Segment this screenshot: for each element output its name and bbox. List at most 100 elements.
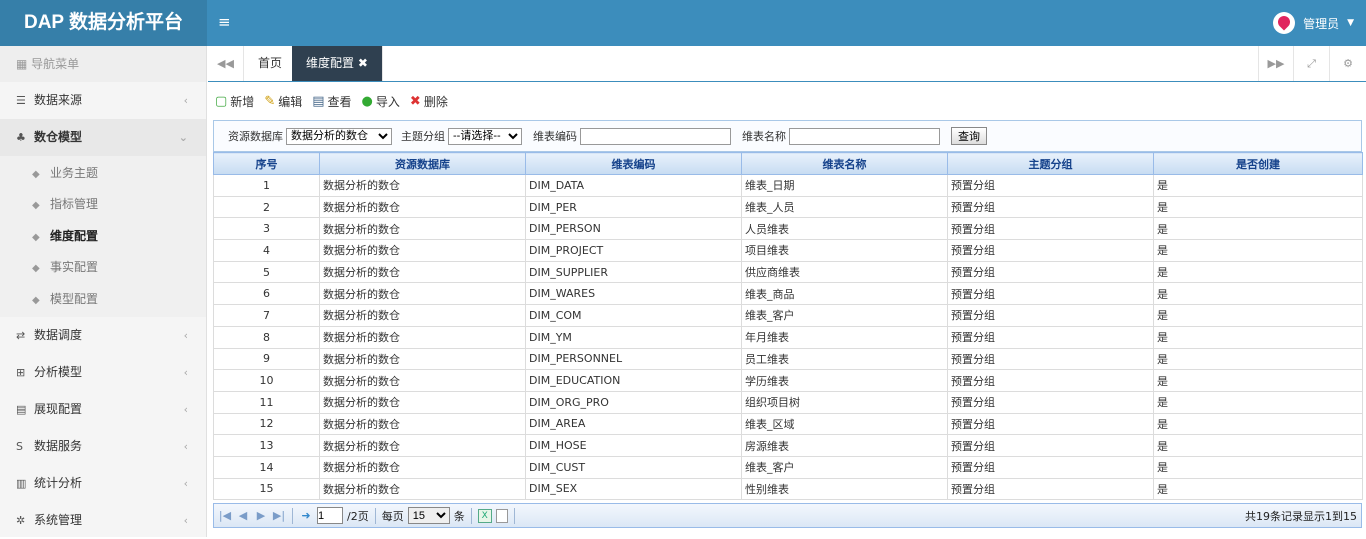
first-page-icon[interactable]: |◀ (218, 509, 232, 522)
table-cell: 1 (213, 174, 320, 197)
table-cell: 预置分组 (947, 434, 1154, 457)
table-cell: DIM_YM (525, 325, 742, 349)
name-input[interactable] (789, 127, 940, 145)
tab-home[interactable]: 首页 (244, 46, 298, 81)
nav-header: ▦ 导航菜单 (0, 46, 206, 82)
leaf-icon: ◆ (32, 169, 40, 180)
export-excel-icon[interactable]: X (477, 508, 492, 523)
pagination-bar: |◀ ◀ ▶ ▶| ➜ /2页 每页 15 条 X 共19条记录显示1到15 (213, 503, 1362, 528)
per-page-label: 每页 (381, 509, 404, 523)
table-cell: 员工维表 (741, 347, 948, 371)
sidebar-item-data-schedule[interactable]: ⇄ 数据调度 ‹ (0, 317, 206, 354)
table-row[interactable]: 9 数据分析的数仓 DIM_PERSONNEL 员工维表 预置分组是 (213, 347, 1363, 371)
import-button[interactable]: ● 导入 (362, 93, 400, 110)
table-row[interactable]: 5 数据分析的数仓 DIM_SUPPLIER 供应商维表 预置分组是 (213, 260, 1363, 284)
sidebar-subitem-dimension-config[interactable]: ◆ 维度配置 (0, 221, 206, 252)
table-row[interactable]: 6 数据分析的数仓 DIM_WARES 维表_商品 预置分组是 (213, 282, 1363, 306)
delete-icon: ✖ (409, 93, 421, 109)
table-row[interactable]: 1 数据分析的数仓 DIM_DATA 维表_日期 预置分组是 (213, 174, 1363, 197)
leaf-icon: ◆ (32, 294, 40, 306)
column-header[interactable]: 序号 (213, 152, 320, 175)
table-cell: 6 (213, 282, 320, 306)
sidebar-item-statistics[interactable]: ▥ 统计分析 ‹ (0, 465, 206, 502)
db-select[interactable]: 数据分析的数仓 (286, 127, 392, 145)
table-row[interactable]: 3 数据分析的数仓 DIM_PERSON 人员维表 预置分组是 (213, 217, 1363, 241)
page-input[interactable] (317, 507, 343, 524)
database-icon: ☰ (16, 94, 26, 107)
column-header[interactable]: 维表名称 (741, 152, 948, 175)
table-row[interactable]: 4 数据分析的数仓 DIM_PROJECT 项目维表 预置分组是 (213, 239, 1363, 262)
export-doc-icon[interactable] (495, 508, 508, 523)
sidebar-subitem-business-theme[interactable]: ◆ 业务主题 (0, 158, 206, 189)
view-button[interactable]: ▤ 查看 (312, 93, 351, 110)
table-row[interactable]: 15 数据分析的数仓 DIM_SEX 性别维表 预置分组是 (213, 477, 1363, 501)
last-page-icon[interactable]: ▶| (272, 509, 286, 522)
next-page-icon[interactable]: ▶ (254, 509, 268, 522)
table-cell: 预置分组 (947, 369, 1154, 392)
table-cell: 维表_客户 (741, 304, 948, 327)
table-cell: 预置分组 (947, 390, 1154, 414)
sidebar-item-data-service[interactable]: S 数据服务 ‹ (0, 428, 206, 465)
edit-button[interactable]: ✎ 编辑 (264, 93, 302, 110)
sidebar-item-analysis-model[interactable]: ⊞ 分析模型 ‹ (0, 354, 206, 391)
sidebar-item-system[interactable]: ✲ 系统管理 ‹ (0, 502, 206, 539)
column-header[interactable]: 主题分组 (947, 152, 1154, 175)
column-header[interactable]: 是否创建 (1153, 152, 1363, 175)
user-menu[interactable]: 管理员 ▼ (1273, 12, 1354, 34)
table-row[interactable]: 14 数据分析的数仓 DIM_CUST 维表_客户 预置分组是 (213, 455, 1363, 479)
table-cell: 数据分析的数仓 (319, 412, 526, 436)
leaf-icon: ◆ (32, 231, 40, 243)
settings-icon[interactable]: ⚙ (1330, 46, 1366, 81)
scroll-right-icon[interactable]: ▶▶ (1258, 46, 1294, 81)
table-cell: 预置分组 (947, 282, 1154, 306)
sidebar-subitem-model-config[interactable]: ◆ 模型配置 (0, 284, 206, 315)
per-page-select[interactable]: 15 (407, 507, 450, 524)
sitemap-icon: ⊞ (16, 365, 26, 379)
table-header-row: 序号 资源数据库 维表编码 维表名称 主题分组 是否创建 (213, 152, 1363, 175)
import-icon: ● (361, 93, 373, 109)
sidebar-item-display-config[interactable]: ▤ 展现配置 ‹ (0, 391, 206, 428)
db-label: 资源数据库 (228, 130, 283, 143)
table-cell: 是 (1153, 477, 1363, 501)
scroll-left-icon[interactable]: ◀◀ (208, 46, 244, 81)
table-row[interactable]: 2 数据分析的数仓 DIM_PER 维表_人员 预置分组是 (213, 195, 1363, 219)
table-cell: 维表_人员 (741, 195, 948, 219)
shuffle-icon: ⇄ (16, 328, 26, 342)
data-table: 序号 资源数据库 维表编码 维表名称 主题分组 是否创建 1 数据分析的数仓 DIM… (213, 152, 1363, 501)
table-cell: 预置分组 (947, 455, 1154, 479)
column-header[interactable]: 资源数据库 (319, 152, 526, 175)
table-cell: 10 (213, 369, 320, 392)
table-cell: 预置分组 (947, 260, 1154, 284)
table-cell: 房源维表 (741, 434, 948, 457)
group-select[interactable]: --请选择-- (448, 127, 522, 145)
table-row[interactable]: 10 数据分析的数仓 DIM_EDUCATION 学历维表 预置分组是 (213, 369, 1363, 392)
bar-chart-icon: ▥ (16, 476, 27, 490)
tab-dimension-config[interactable]: 维度配置 ✖ (292, 46, 383, 81)
code-input[interactable] (580, 127, 731, 145)
sidebar-item-data-source[interactable]: ☰ 数据来源 ‹ (0, 82, 206, 119)
delete-button[interactable]: ✖ 删除 (410, 93, 448, 110)
toolbar: ▢ 新增 ✎ 编辑 ▤ 查看 ● 导入 ✖ 删除 (215, 91, 448, 111)
add-button[interactable]: ▢ 新增 (215, 93, 254, 110)
table-row[interactable]: 13 数据分析的数仓 DIM_HOSE 房源维表 预置分组是 (213, 434, 1363, 457)
sidebar-subitem-fact-config[interactable]: ◆ 事实配置 (0, 252, 206, 283)
film-icon: ▤ (16, 402, 27, 416)
table-cell: 9 (213, 347, 320, 371)
fullscreen-icon[interactable]: ⤢ (1294, 46, 1330, 81)
column-header[interactable]: 维表编码 (525, 152, 742, 175)
table-cell: DIM_ORG_PRO (525, 390, 742, 414)
menu-toggle-icon[interactable]: ≡ (218, 13, 231, 31)
query-button[interactable]: 查询 (951, 127, 987, 145)
table-row[interactable]: 7 数据分析的数仓 DIM_COM 维表_客户 预置分组是 (213, 304, 1363, 327)
table-cell: 预置分组 (947, 195, 1154, 219)
prev-page-icon[interactable]: ◀ (236, 509, 250, 522)
table-row[interactable]: 12 数据分析的数仓 DIM_AREA 维表_区域 预置分组是 (213, 412, 1363, 436)
sidebar-subitem-metrics[interactable]: ◆ 指标管理 (0, 189, 206, 220)
table-row[interactable]: 8 数据分析的数仓 DIM_YM 年月维表 预置分组是 (213, 325, 1363, 349)
close-icon[interactable]: ✖ (358, 56, 368, 70)
submenu: ◆ 业务主题 ◆ 指标管理 ◆ 维度配置 ◆ 事实配置 ◆ 模型配置 (0, 156, 206, 317)
table-cell: 15 (213, 477, 320, 501)
table-row[interactable]: 11 数据分析的数仓 DIM_ORG_PRO 组织项目树 预置分组是 (213, 390, 1363, 414)
sidebar-item-warehouse-model[interactable]: ♣ 数仓模型 ⌄ (0, 119, 206, 156)
go-page-icon[interactable]: ➜ (299, 509, 313, 522)
